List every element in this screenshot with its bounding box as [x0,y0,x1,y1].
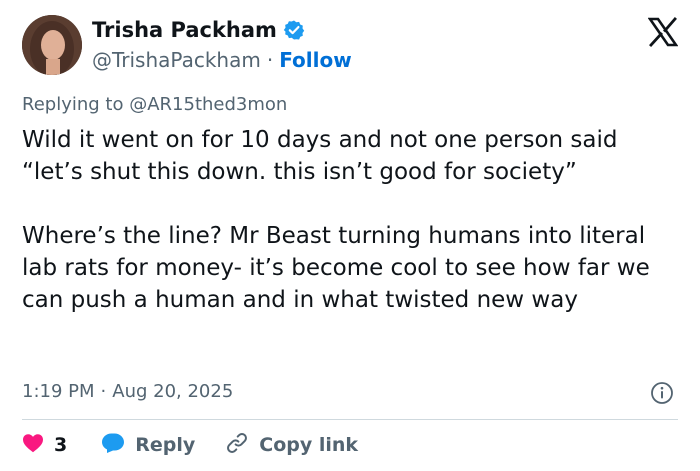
tweet-date: Aug 20, 2025 [112,381,234,402]
tweet-paragraph-1: Wild it went on for 10 days and not one … [22,127,618,185]
tweet-text: Wild it went on for 10 days and not one … [22,124,672,316]
tweet-time: 1:19 PM [22,381,95,402]
tweet-paragraph-2: Where’s the line? Mr Beast turning human… [22,223,650,313]
x-logo-icon[interactable] [647,17,679,47]
action-bar: 3 Reply Copy link [22,430,358,460]
timestamp-separator: · [100,381,107,402]
replying-to-prefix: Replying to [22,94,124,115]
reply-button[interactable]: Reply [101,432,195,459]
author-name-row: Trisha Packham [92,18,305,42]
link-icon [225,431,249,460]
verified-badge-icon [283,19,305,41]
avatar[interactable] [22,15,82,75]
author-handle[interactable]: @TrishaPackham [92,48,261,72]
author-display-name[interactable]: Trisha Packham [92,18,277,42]
copy-link-label: Copy link [259,434,359,456]
copy-link-button[interactable]: Copy link [225,431,358,460]
replying-to: Replying to @AR15thed3mon [22,94,287,115]
author-handle-row: @TrishaPackham · Follow [92,48,352,72]
reply-bubble-icon [101,432,125,459]
info-icon[interactable] [650,381,674,405]
handle-separator: · [266,48,274,72]
follow-button[interactable]: Follow [279,48,352,72]
reply-label: Reply [135,434,196,456]
like-count: 3 [54,434,68,456]
like-button[interactable]: 3 [22,433,67,458]
divider [22,419,678,420]
replying-to-handle[interactable]: @AR15thed3mon [129,94,287,115]
heart-icon [22,433,44,458]
tweet-timestamp[interactable]: 1:19 PM · Aug 20, 2025 [22,381,233,402]
